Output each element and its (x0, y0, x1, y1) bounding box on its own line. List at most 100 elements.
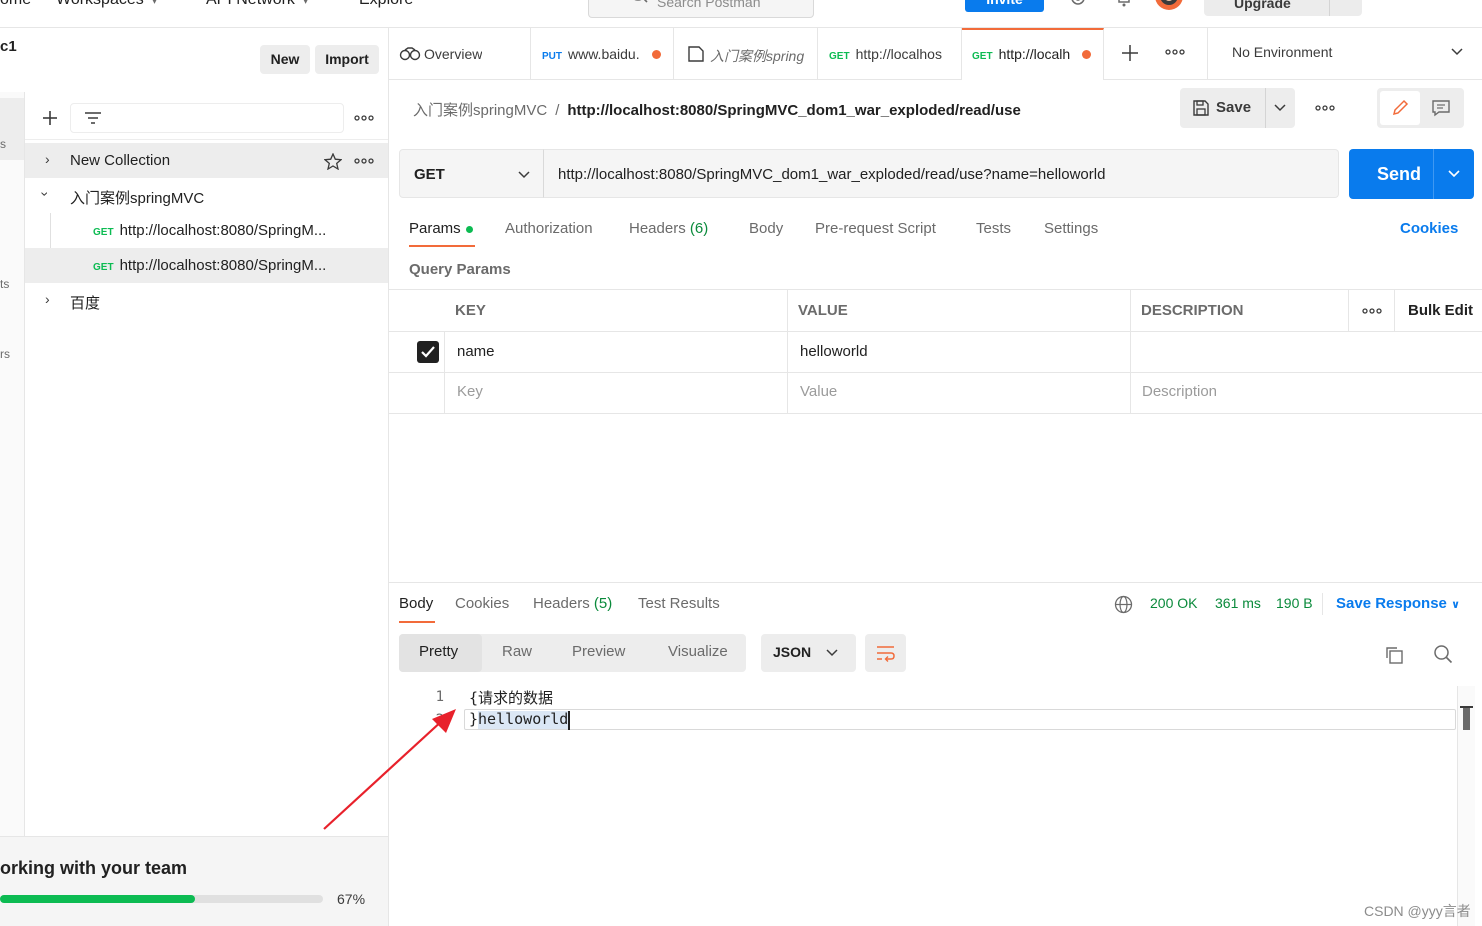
wrap-lines-button[interactable] (865, 634, 906, 672)
text-cursor (568, 711, 570, 730)
nav-api-network[interactable]: API Network▾ (206, 0, 308, 9)
tab-get-localhost[interactable]: GET http://localhos (818, 28, 962, 80)
more-icon[interactable] (1315, 104, 1335, 112)
tree-item-baidu[interactable]: › 百度 (25, 283, 388, 318)
params-row (389, 332, 1482, 373)
more-icon[interactable] (354, 114, 374, 122)
format-select[interactable]: JSON (761, 634, 856, 672)
param-key-input[interactable]: Key (457, 383, 483, 400)
cookies-link[interactable]: Cookies (1400, 220, 1458, 237)
response-tab-headers[interactable]: Headers (5) (533, 595, 612, 612)
send-split (1433, 149, 1434, 199)
environment-select[interactable]: No Environment (1207, 28, 1482, 80)
param-value[interactable]: helloworld (800, 343, 868, 360)
param-description-input[interactable]: Description (1142, 383, 1217, 400)
response-tab-test-results[interactable]: Test Results (638, 595, 720, 612)
bulk-edit-button[interactable]: Bulk Edit (1408, 302, 1473, 319)
send-button[interactable]: Send (1349, 149, 1474, 199)
editor-scrollbar[interactable] (1457, 686, 1475, 926)
star-icon[interactable] (324, 153, 342, 170)
copy-icon[interactable] (1384, 645, 1404, 665)
col-divider (787, 289, 788, 414)
chevron-down-icon[interactable] (1447, 169, 1461, 179)
method-select[interactable]: GET (399, 149, 544, 198)
mode-visualize[interactable]: Visualize (668, 643, 728, 660)
tab-prerequest-script[interactable]: Pre-request Script (815, 220, 936, 237)
more-icon[interactable] (354, 157, 374, 165)
team-promo (0, 836, 388, 926)
avatar[interactable] (1154, 0, 1186, 14)
search-input[interactable]: Search Postman (588, 0, 814, 18)
tree-item-collection[interactable]: › 入门案例springMVC (25, 178, 388, 213)
tab-overview[interactable]: Overview (389, 28, 531, 80)
nav-explore[interactable]: Explore (359, 0, 413, 9)
invite-button[interactable]: Invite (965, 0, 1044, 12)
window-icon[interactable] (1450, 0, 1466, 6)
new-button[interactable]: New (260, 45, 310, 74)
mode-raw[interactable]: Raw (502, 643, 532, 660)
promo-progress-fill (0, 895, 195, 903)
tab-authorization[interactable]: Authorization (505, 220, 593, 237)
col-header-value: VALUE (798, 302, 848, 319)
scrollbar-cap (1460, 706, 1473, 708)
mode-pretty[interactable]: Pretty (419, 643, 458, 660)
line-number: 1 (435, 689, 444, 705)
status-code[interactable]: 200 OK (1150, 595, 1197, 611)
col-divider (444, 332, 445, 414)
filter-input[interactable] (70, 103, 344, 133)
nav-home[interactable]: ome (0, 0, 31, 9)
tree-item-new-collection[interactable]: › New Collection (25, 143, 388, 178)
chevron-down-icon[interactable] (1273, 103, 1287, 113)
search-icon (634, 0, 648, 3)
chevron-down-icon (518, 171, 530, 179)
edit-button[interactable] (1380, 91, 1420, 125)
more-icon[interactable] (1165, 48, 1185, 56)
pencil-icon (1392, 99, 1409, 116)
plus-icon[interactable] (41, 109, 59, 127)
annotation-arrow (323, 709, 456, 830)
save-response-button[interactable]: Save Response ∨ (1336, 595, 1460, 612)
save-button[interactable]: Save (1180, 88, 1295, 128)
promo-progress-label: 67% (337, 891, 366, 907)
param-checkbox[interactable] (417, 341, 439, 363)
chevron-down-icon (1451, 48, 1463, 56)
response-tab-body[interactable]: Body (399, 595, 433, 612)
tab-params[interactable]: Params (409, 220, 473, 237)
tab-get-localhost-active[interactable]: GET http://localh (962, 28, 1104, 80)
divider (1322, 593, 1323, 615)
url-input[interactable]: http://localhost:8080/SpringMVC_dom1_war… (543, 149, 1339, 198)
code-line: {请求的数据 (469, 689, 554, 707)
tab-tests[interactable]: Tests (976, 220, 1011, 237)
search-icon[interactable] (1433, 644, 1453, 664)
param-key[interactable]: name (457, 343, 495, 360)
scrollbar-thumb[interactable] (1463, 706, 1470, 730)
import-button[interactable]: Import (315, 45, 379, 74)
tab-settings[interactable]: Settings (1044, 220, 1098, 237)
upgrade-button[interactable]: Upgrade (1204, 0, 1362, 16)
gear-icon[interactable] (1068, 0, 1088, 10)
response-tab-cookies[interactable]: Cookies (455, 595, 509, 612)
response-divider (389, 582, 1482, 583)
bell-icon[interactable] (1116, 0, 1132, 10)
breadcrumb-parent[interactable]: 入门案例springMVC (413, 102, 547, 119)
chevron-right-icon: › (45, 291, 50, 307)
tree-item-request[interactable]: GET http://localhost:8080/SpringM... (25, 213, 388, 248)
chevron-down-icon: › (37, 191, 54, 197)
nav-workspaces[interactable]: Workspaces▾ (56, 0, 157, 9)
more-icon[interactable] (1362, 307, 1382, 315)
param-value-input[interactable]: Value (800, 383, 837, 400)
globe-icon[interactable] (1114, 595, 1133, 614)
tab-headers[interactable]: Headers (6) (629, 220, 708, 237)
tree-item-request[interactable]: GET http://localhost:8080/SpringM... (25, 248, 388, 283)
save-split (1265, 88, 1266, 128)
response-time[interactable]: 361 ms (1215, 595, 1261, 611)
mode-preview[interactable]: Preview (572, 643, 625, 660)
breadcrumb-current[interactable]: http://localhost:8080/SpringMVC_dom1_war… (567, 102, 1020, 119)
tab-put-baidu[interactable]: PUT www.baidu. (531, 28, 674, 80)
chevron-down-icon: ▾ (151, 0, 158, 7)
plus-icon[interactable] (1120, 43, 1140, 63)
comment-icon[interactable] (1431, 99, 1451, 117)
tab-body[interactable]: Body (749, 220, 783, 237)
tab-collection[interactable]: 入门案例spring (674, 28, 818, 80)
response-size[interactable]: 190 B (1276, 595, 1313, 611)
